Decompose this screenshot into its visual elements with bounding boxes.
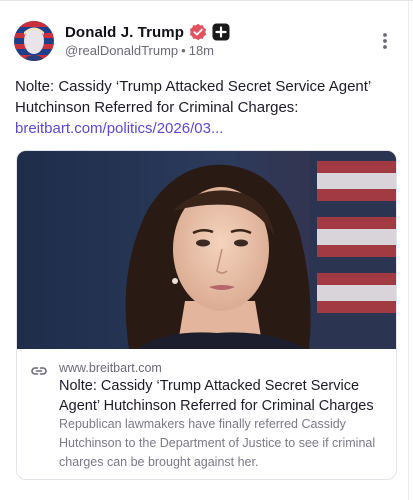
post-timestamp[interactable]: 18m bbox=[189, 43, 214, 58]
card-domain: www.breitbart.com bbox=[59, 361, 162, 375]
post-text: Nolte: Cassidy ‘Trump Attacked Secret Se… bbox=[15, 78, 371, 116]
avatar[interactable] bbox=[14, 21, 54, 61]
card-description: Republican lawmakers have finally referr… bbox=[59, 417, 376, 469]
author-display-name[interactable]: Donald J. Trump bbox=[65, 24, 184, 41]
author-handle[interactable]: @realDonaldTrump bbox=[65, 43, 178, 58]
card-title[interactable]: Nolte: Cassidy ‘Trump Attacked Secret Se… bbox=[59, 376, 393, 416]
link-icon bbox=[31, 367, 47, 375]
post-link[interactable]: breitbart.com/politics/2026/03... bbox=[15, 118, 400, 139]
top-divider bbox=[0, 0, 413, 1]
author-meta: @realDonaldTrump • 18m bbox=[65, 43, 214, 58]
card-image[interactable] bbox=[17, 151, 396, 349]
more-vertical-icon bbox=[383, 33, 387, 49]
author-name-row: Donald J. Trump bbox=[65, 22, 230, 42]
right-divider bbox=[408, 0, 409, 500]
plus-badge-icon bbox=[212, 23, 230, 41]
meta-separator: • bbox=[181, 43, 186, 58]
verified-badge-icon bbox=[189, 23, 207, 41]
link-preview-card[interactable]: www.breitbart.com Nolte: Cassidy ‘Trump … bbox=[16, 150, 397, 480]
more-options-button[interactable] bbox=[374, 30, 396, 52]
post-body: Nolte: Cassidy ‘Trump Attacked Secret Se… bbox=[15, 76, 400, 139]
post: Donald J. Trump @realDonaldTrump • 18m Nol… bbox=[0, 0, 413, 500]
